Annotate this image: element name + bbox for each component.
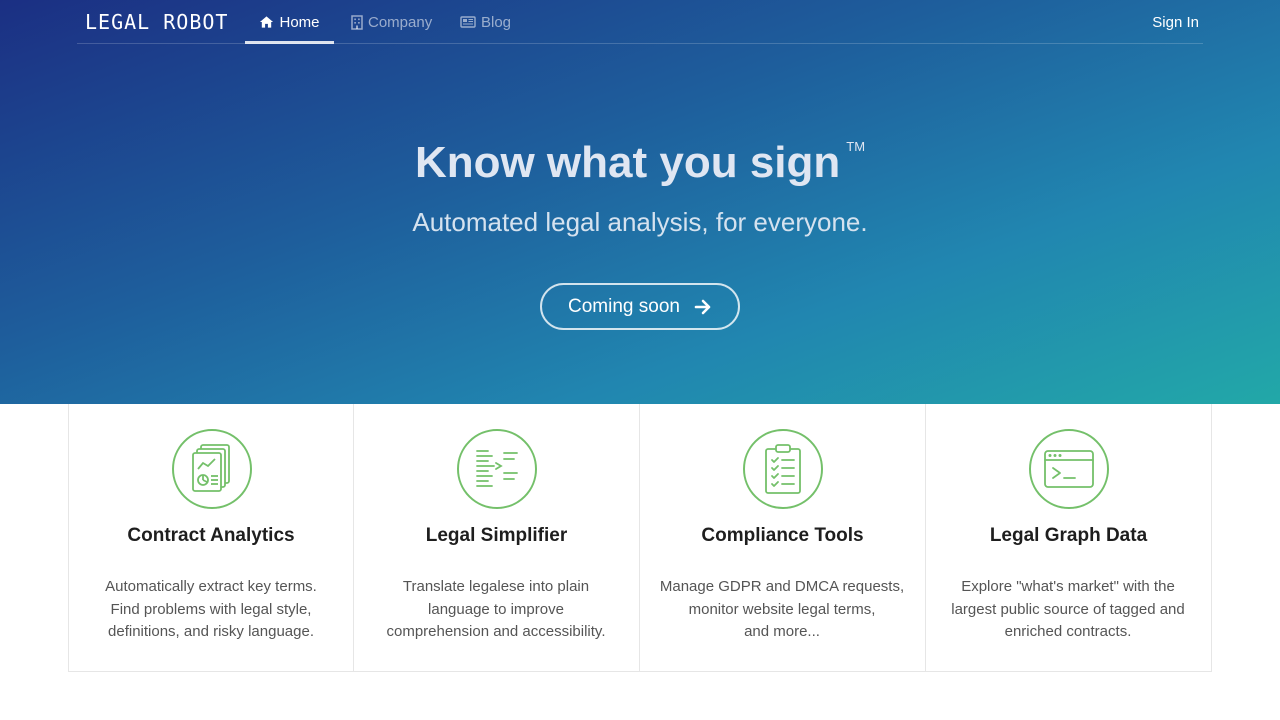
text-simplify-icon [457,429,537,509]
nav-home[interactable]: Home [245,0,334,44]
feature-description: Translate legalese into plain language t… [386,578,606,640]
hero-title-text: Know what you sign [414,138,841,187]
top-navbar: LEGAL ROBOT Home Company Blog Sign In [77,0,1203,44]
newspaper-icon [460,16,476,28]
coming-soon-label: Coming soon [568,295,680,317]
nav-home-label: Home [279,13,320,31]
feature-description: Automatically extract key terms. Find pr… [105,578,317,640]
feature-card-legal-simplifier: Legal Simplifier Translate legalese into… [354,404,640,672]
feature-description: Manage GDPR and DMCA requests, monitor w… [659,578,905,640]
feature-description: Explore "what's market" with the largest… [951,578,1185,640]
hero-section: LEGAL ROBOT Home Company Blog Sign In Kn… [0,0,1280,404]
arrow-right-icon [694,299,711,314]
hero-title: Know what you sign TM [0,138,1280,188]
brand-logo[interactable]: LEGAL ROBOT [85,10,228,34]
nav-company-label: Company [368,13,433,31]
trademark-mark: TM [846,139,866,154]
document-chart-icon [172,429,252,509]
feature-title: Compliance Tools [701,525,864,546]
feature-title: Contract Analytics [127,525,295,546]
home-icon [260,16,274,28]
feature-card-compliance-tools: Compliance Tools Manage GDPR and DMCA re… [640,404,926,672]
terminal-window-icon [1029,429,1109,509]
nav-blog[interactable]: Blog [460,0,511,44]
nav-blog-label: Blog [481,13,512,31]
building-icon [351,14,363,30]
feature-title: Legal Simplifier [425,525,568,546]
feature-card-legal-graph-data: Legal Graph Data Explore "what's market"… [926,404,1212,672]
feature-title: Legal Graph Data [989,525,1148,546]
nav-company[interactable]: Company [351,0,432,44]
feature-cards: Contract Analytics Automatically extract… [68,404,1212,672]
hero-subtitle: Automated legal analysis, for everyone. [412,207,868,237]
coming-soon-button[interactable]: Coming soon [540,283,740,330]
clipboard-checklist-icon [743,429,823,509]
sign-in-link[interactable]: Sign In [1152,0,1203,44]
feature-card-contract-analytics: Contract Analytics Automatically extract… [68,404,354,672]
